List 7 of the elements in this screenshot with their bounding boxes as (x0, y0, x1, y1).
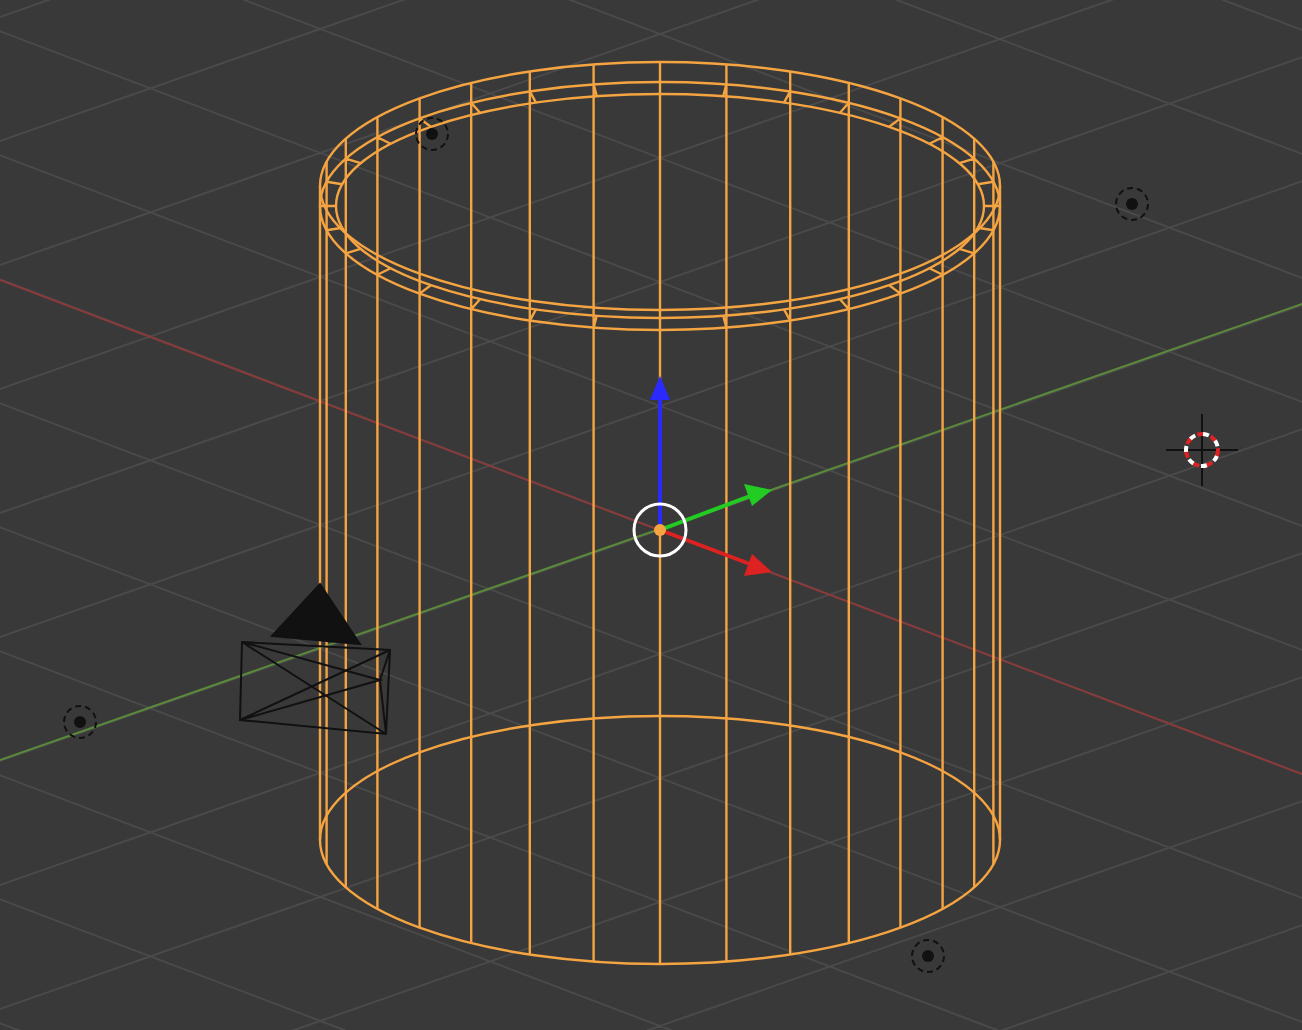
lamp-icon[interactable] (63, 705, 97, 739)
lamp-icon[interactable] (415, 117, 449, 151)
cylinder-wireframe[interactable] (318, 60, 1002, 966)
transform-gizmo[interactable] (632, 376, 772, 576)
3d-cursor-icon (1165, 413, 1239, 487)
3d-viewport[interactable] (0, 0, 1302, 1030)
camera-icon[interactable] (239, 582, 392, 736)
